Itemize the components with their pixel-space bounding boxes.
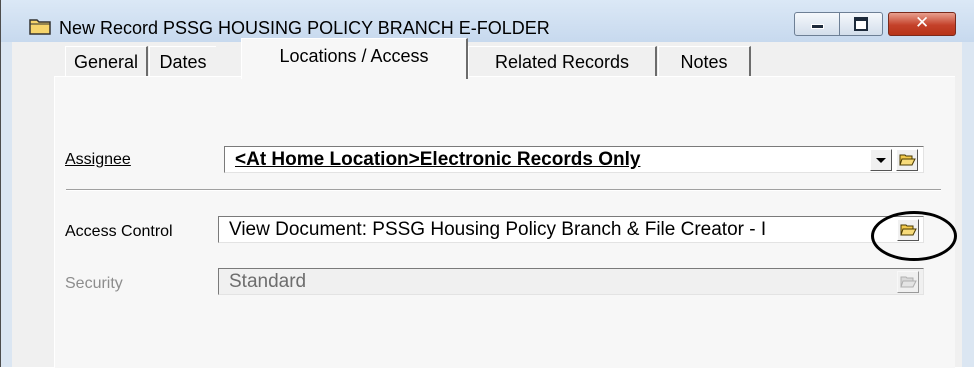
security-value: Standard xyxy=(229,271,307,292)
tab-related-records[interactable]: Related Records xyxy=(468,46,657,77)
open-folder-icon xyxy=(899,154,916,166)
access-control-value: View Document: PSSG Housing Policy Branc… xyxy=(229,219,767,240)
tab-label: Notes xyxy=(680,52,728,72)
access-control-field[interactable]: View Document: PSSG Housing Policy Branc… xyxy=(218,216,924,243)
open-folder-icon xyxy=(900,276,917,288)
maximize-button[interactable] xyxy=(839,12,883,36)
tab-dates[interactable]: Dates xyxy=(149,46,216,77)
window-title: New Record PSSG HOUSING POLICY BRANCH E-… xyxy=(59,18,550,38)
tab-label: General xyxy=(73,52,139,72)
tab-notes[interactable]: Notes xyxy=(658,46,751,77)
tab-label: Locations / Access xyxy=(279,46,429,66)
assignee-label: Assignee xyxy=(65,151,131,169)
tab-label: Related Records xyxy=(494,52,630,72)
record-window: New Record PSSG HOUSING POLICY BRANCH E-… xyxy=(0,0,974,368)
maximize-icon xyxy=(854,17,868,31)
section-divider xyxy=(66,189,941,191)
title-bar[interactable]: New Record PSSG HOUSING POLICY BRANCH E-… xyxy=(1,0,974,42)
security-browse-button xyxy=(897,271,919,293)
assignee-browse-button[interactable] xyxy=(896,149,918,171)
tab-general[interactable]: General xyxy=(65,46,148,77)
minimize-icon xyxy=(811,24,824,29)
security-label: Security xyxy=(65,275,123,292)
close-button[interactable]: ✕ xyxy=(888,12,956,36)
minimize-button[interactable] xyxy=(794,12,840,36)
close-icon: ✕ xyxy=(915,13,930,33)
assignee-combobox[interactable]: <At Home Location>Electronic Records Onl… xyxy=(224,146,924,173)
folder-icon xyxy=(29,18,51,35)
assignee-value: <At Home Location>Electronic Records Onl… xyxy=(235,149,641,170)
access-control-label: Access Control xyxy=(65,223,173,240)
assignee-dropdown-button[interactable] xyxy=(870,149,892,171)
highlight-circle-annotation xyxy=(871,211,957,261)
tab-label: Dates xyxy=(159,52,207,72)
chevron-down-icon xyxy=(876,158,886,163)
tab-locations-access[interactable]: Locations / Access xyxy=(241,38,468,79)
security-field: Standard xyxy=(218,268,924,295)
assignee-label-text: Assignee xyxy=(65,151,131,168)
